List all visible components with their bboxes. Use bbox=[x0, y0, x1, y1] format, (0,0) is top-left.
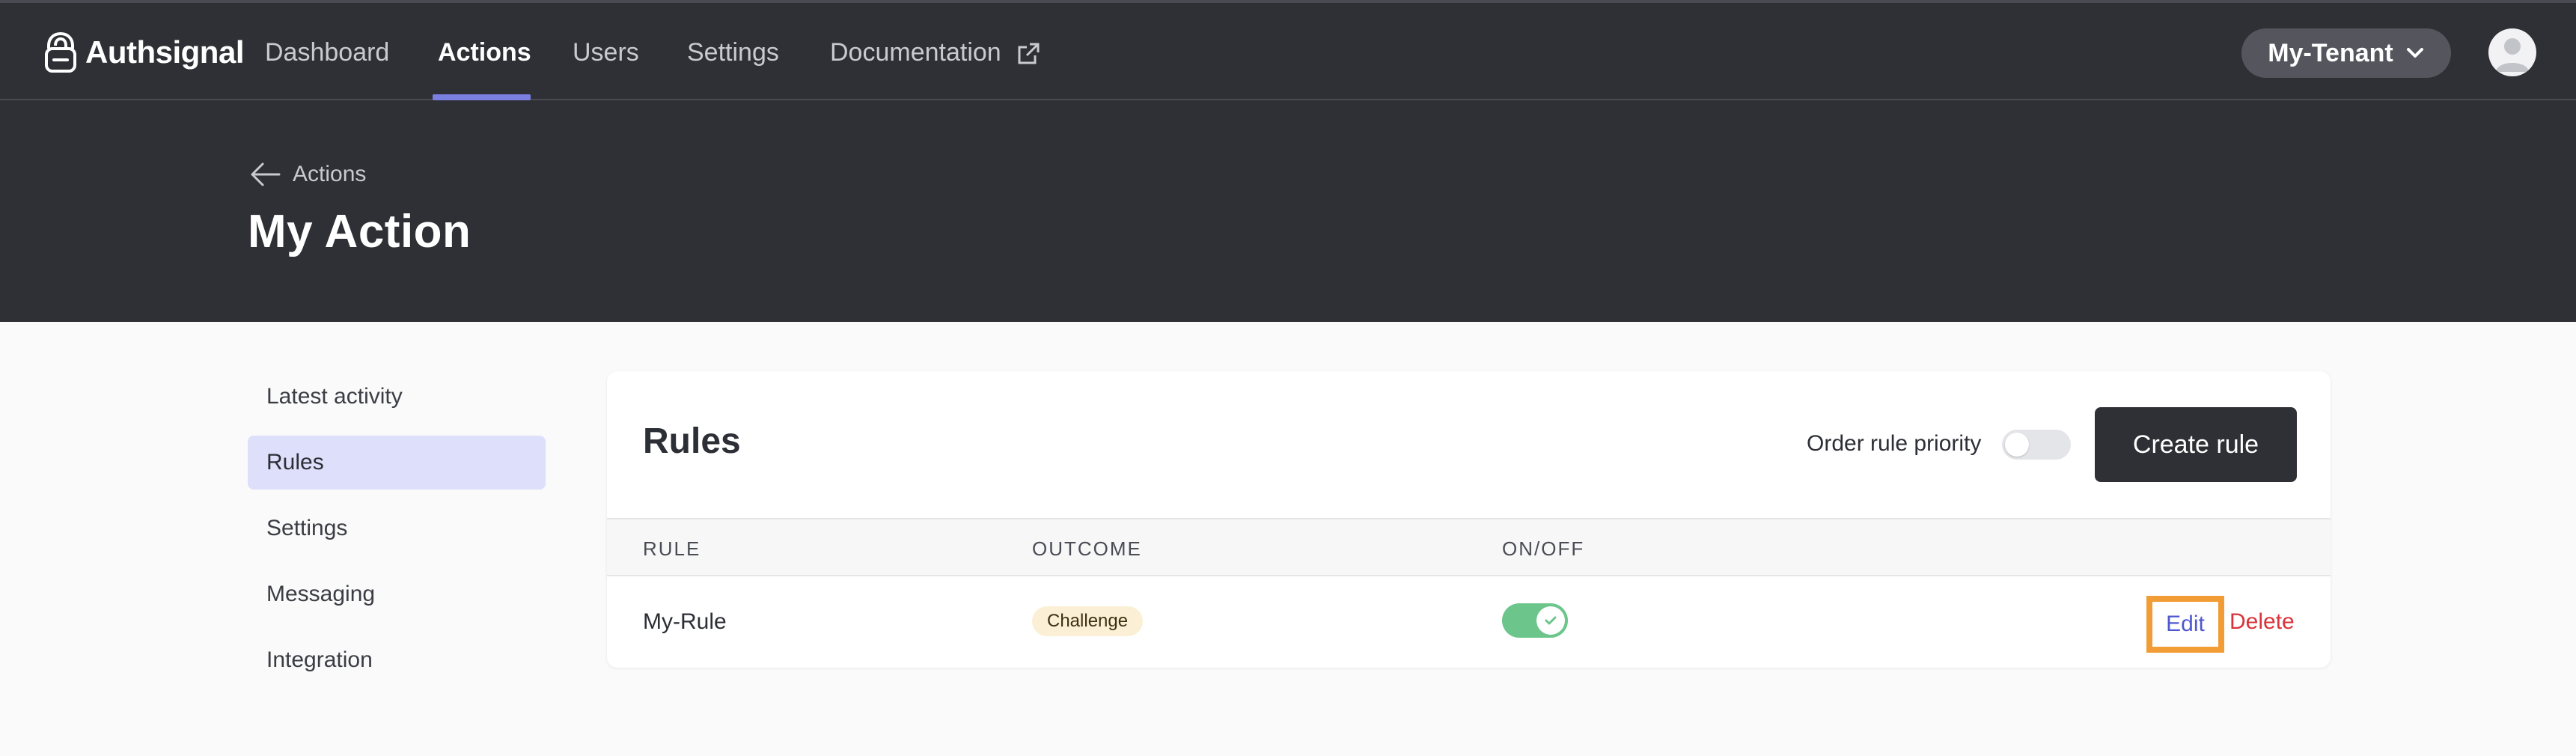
sidebar-item-integration[interactable]: Integration bbox=[248, 633, 546, 687]
nav-users[interactable]: Users bbox=[573, 36, 639, 69]
order-priority-label: Order rule priority bbox=[1807, 431, 1982, 456]
chevron-down-icon bbox=[2406, 48, 2423, 58]
check-icon bbox=[1545, 616, 1557, 625]
order-priority-toggle[interactable] bbox=[2002, 430, 2071, 460]
delete-rule-link[interactable]: Delete bbox=[2229, 609, 2295, 635]
back-label: Actions bbox=[293, 162, 367, 186]
sidebar-item-rules[interactable]: Rules bbox=[248, 436, 546, 490]
user-avatar[interactable] bbox=[2488, 28, 2536, 76]
nav-dashboard[interactable]: Dashboard bbox=[265, 36, 389, 69]
logo-icon bbox=[45, 32, 76, 73]
tenant-switcher[interactable]: My-Tenant bbox=[2241, 28, 2451, 78]
page-header: Actions My Action bbox=[0, 100, 2576, 322]
top-nav: Authsignal Dashboard Actions Users Setti… bbox=[0, 0, 2576, 100]
brand-name: Authsignal bbox=[85, 34, 245, 70]
back-link[interactable]: Actions bbox=[249, 162, 366, 187]
create-rule-button[interactable]: Create rule bbox=[2095, 407, 2297, 482]
tenant-name: My-Tenant bbox=[2268, 38, 2393, 67]
nav-documentation[interactable]: Documentation bbox=[830, 36, 1041, 69]
external-link-icon bbox=[1018, 43, 1040, 64]
column-header-rule: RULE bbox=[643, 537, 701, 560]
rule-name: My-Rule bbox=[643, 609, 727, 634]
column-header-on-off: ON/OFF bbox=[1502, 537, 1585, 560]
column-header-outcome: OUTCOME bbox=[1032, 537, 1142, 560]
sidebar-item-latest-activity[interactable]: Latest activity bbox=[248, 370, 546, 424]
toggle-knob bbox=[1536, 606, 1565, 635]
sidebar-item-settings[interactable]: Settings bbox=[248, 502, 546, 555]
sidebar-item-messaging[interactable]: Messaging bbox=[248, 567, 546, 621]
nav-documentation-label: Documentation bbox=[830, 38, 1001, 67]
arrow-left-icon bbox=[251, 162, 281, 186]
nav-settings[interactable]: Settings bbox=[687, 36, 779, 69]
rules-card: Rules Order rule priority Create rule RU… bbox=[607, 371, 2331, 668]
rules-title: Rules bbox=[643, 421, 741, 461]
rule-enabled-toggle[interactable] bbox=[1502, 603, 1568, 638]
page-title: My Action bbox=[248, 206, 471, 257]
nav-actions[interactable]: Actions bbox=[438, 36, 531, 69]
avatar-icon bbox=[2496, 38, 2529, 72]
toggle-knob bbox=[2005, 433, 2029, 457]
active-tab-indicator bbox=[433, 94, 531, 100]
edit-rule-link[interactable]: Edit bbox=[2166, 612, 2205, 637]
outcome-badge: Challenge bbox=[1032, 606, 1144, 636]
table-header: RULE OUTCOME ON/OFF bbox=[607, 518, 2331, 576]
edit-highlight: Edit bbox=[2146, 596, 2224, 653]
brand-logo[interactable]: Authsignal bbox=[43, 30, 245, 75]
